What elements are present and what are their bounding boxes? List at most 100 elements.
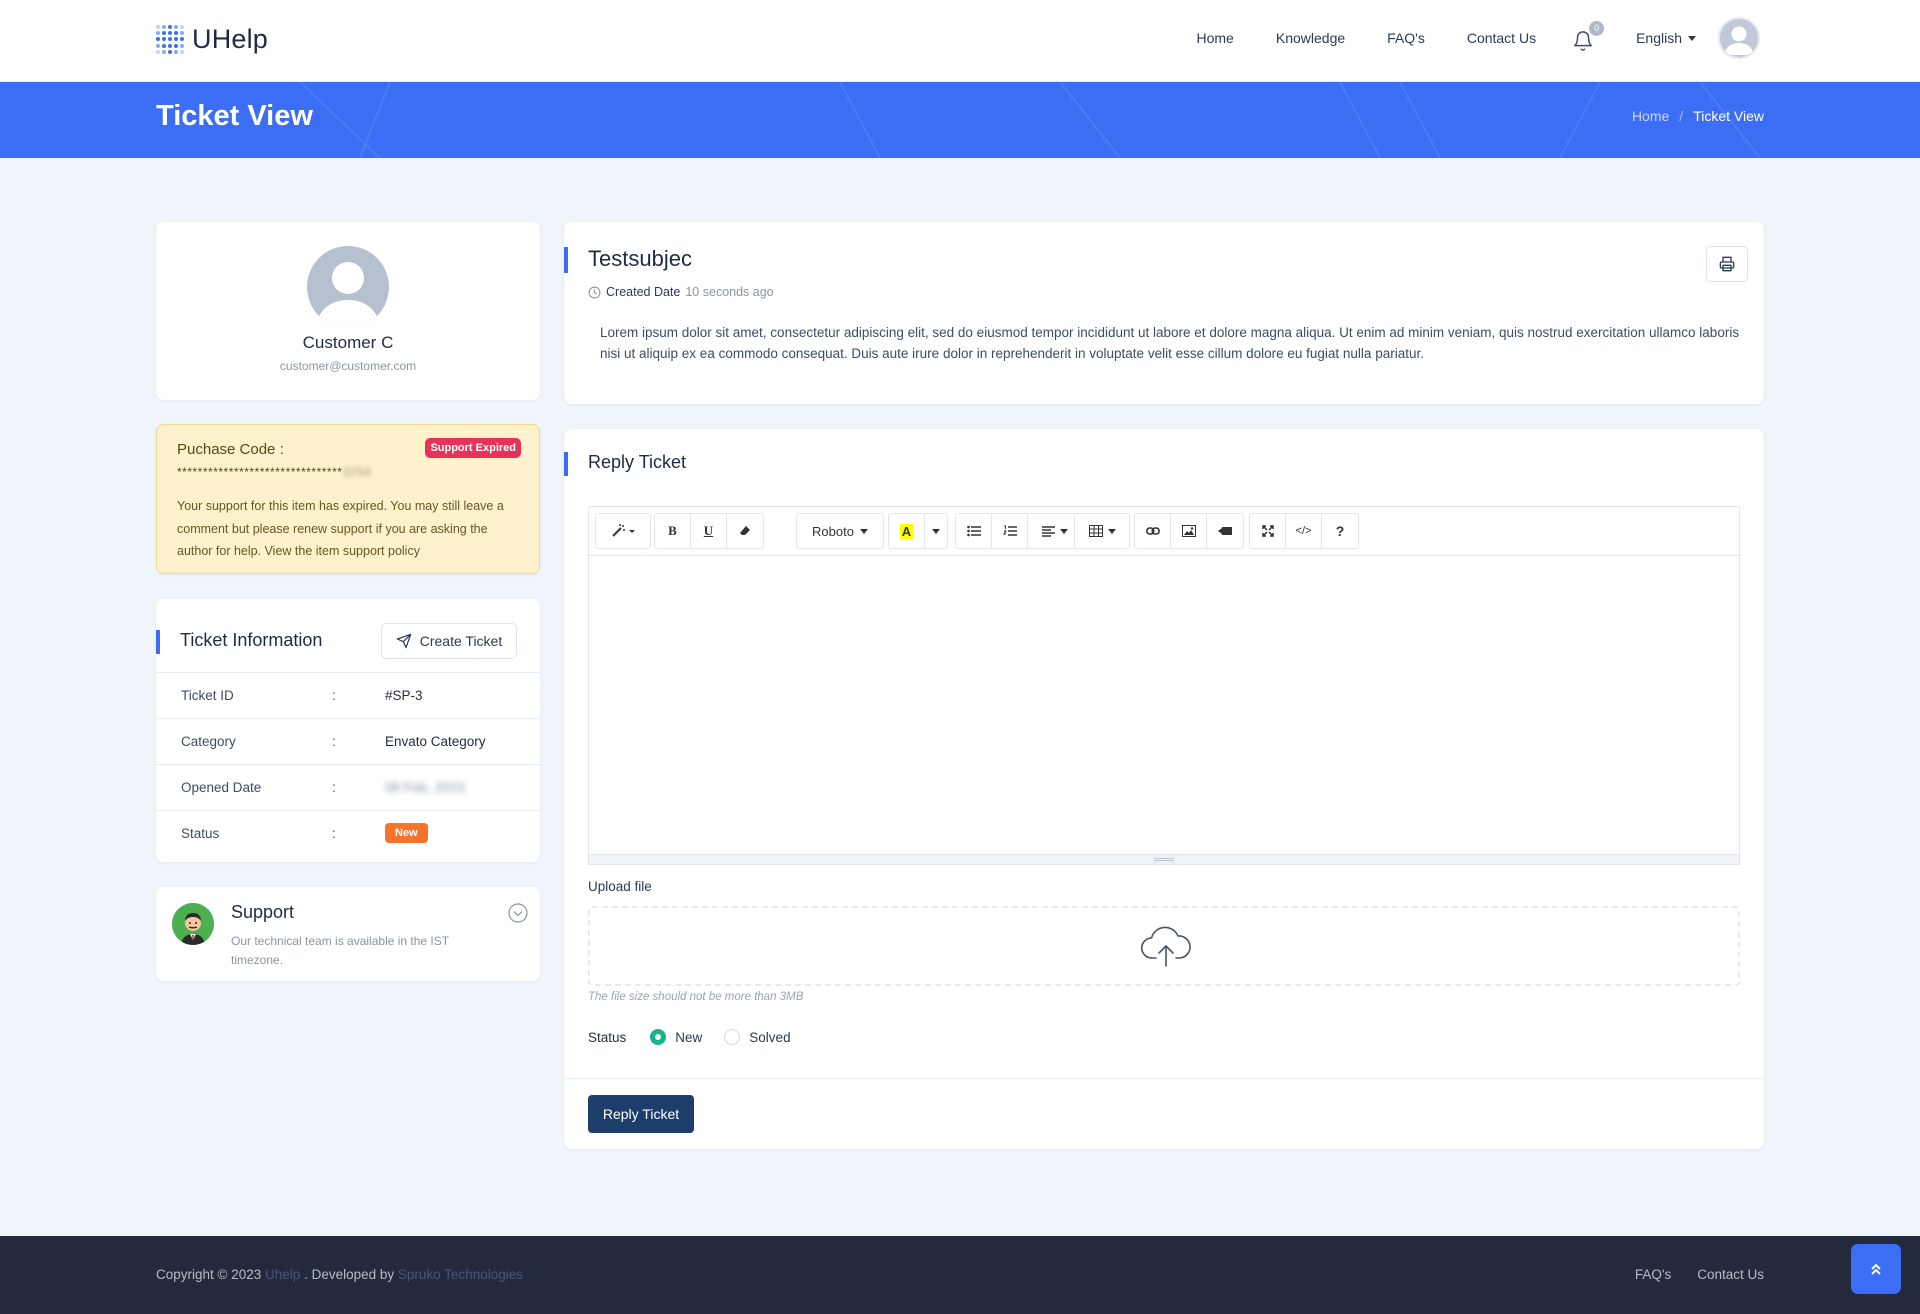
ordered-list-button[interactable]	[992, 514, 1028, 548]
title-accent-bar	[564, 452, 568, 476]
footer-link-contact-us[interactable]: Contact Us	[1697, 1267, 1764, 1282]
table-dropdown[interactable]	[1075, 514, 1129, 548]
ticket-information-card: Ticket Information Create Ticket Ticket …	[156, 599, 540, 862]
insert-link-button[interactable]	[1135, 514, 1171, 548]
align-icon	[1042, 525, 1055, 537]
color-letter: A	[899, 523, 914, 539]
magic-icon	[612, 524, 635, 537]
cloud-upload-icon	[1140, 926, 1191, 967]
customer-email: customer@customer.com	[279, 359, 417, 373]
font-family-label: Roboto	[812, 523, 854, 539]
support-expand-toggle[interactable]	[508, 903, 528, 923]
print-button[interactable]	[1706, 246, 1748, 282]
reply-editor-area[interactable]	[589, 556, 1739, 855]
ticket-info-row: Category : Envato Category	[156, 718, 540, 764]
support-description: Our technical team is available in the I…	[231, 934, 449, 967]
ticket-subject: Testsubjec	[588, 246, 692, 271]
insert-image-button[interactable]	[1171, 514, 1207, 548]
ticket-information-title: Ticket Information	[180, 630, 323, 650]
ticket-info-key: Opened Date	[181, 780, 262, 795]
video-icon	[1218, 527, 1232, 535]
ticket-info-key: Category	[181, 734, 236, 749]
breadcrumb-home[interactable]: Home	[1632, 108, 1669, 124]
breadcrumb: Home / Ticket View	[1632, 108, 1764, 124]
scroll-to-top-button[interactable]	[1851, 1244, 1901, 1294]
support-card: Support Our technical team is available …	[156, 887, 540, 981]
copyright-text: Copyright © 2023 Uhelp . Developed by Sp…	[156, 1267, 523, 1282]
help-button[interactable]: ?	[1322, 514, 1358, 548]
nav-knowledge[interactable]: Knowledge	[1276, 30, 1345, 46]
chevron-down-icon	[1060, 528, 1068, 534]
toolbar-group-insert	[1134, 513, 1244, 549]
chevron-down-icon	[932, 528, 940, 534]
status-solved-radio[interactable]	[724, 1029, 741, 1045]
developed-by-text: . Developed by	[304, 1267, 395, 1282]
footer-links: FAQ's Contact Us	[1635, 1267, 1764, 1282]
reply-ticket-card: Reply Ticket B U Roboto A </> ? Upload f…	[564, 429, 1764, 1149]
breadcrumb-current: Ticket View	[1693, 108, 1764, 124]
language-dropdown[interactable]: English	[1636, 30, 1696, 46]
unordered-list-button[interactable]	[956, 514, 992, 548]
page-banner: Ticket View Home / Ticket View	[0, 82, 1920, 158]
underline-button[interactable]: U	[691, 514, 727, 548]
insert-video-button[interactable]	[1207, 514, 1243, 548]
status-new-radio[interactable]	[650, 1029, 667, 1045]
nav-home[interactable]: Home	[1197, 30, 1234, 46]
nav-faqs[interactable]: FAQ's	[1387, 30, 1425, 46]
chevron-down-icon	[1688, 35, 1696, 41]
support-title: Support	[231, 902, 295, 922]
list-ol-icon	[1002, 525, 1017, 536]
bold-button[interactable]: B	[655, 514, 691, 548]
footer: Copyright © 2023 Uhelp . Developed by Sp…	[0, 1236, 1920, 1314]
status-solved-label[interactable]: Solved	[749, 1030, 790, 1045]
top-navbar: UHelp Home Knowledge FAQ's Contact Us 0 …	[0, 0, 1920, 82]
support-agent-avatar	[172, 903, 214, 945]
logo[interactable]: UHelp	[156, 24, 268, 55]
toolbar-group-fontname: Roboto	[796, 513, 884, 549]
send-icon	[396, 633, 412, 649]
editor-resize-handle[interactable]	[589, 854, 1739, 864]
nav-contact-us[interactable]: Contact Us	[1467, 30, 1536, 46]
toolbar-group-color: A	[888, 513, 948, 549]
title-accent-bar	[564, 247, 568, 273]
footer-link-faqs[interactable]: FAQ's	[1635, 1267, 1671, 1282]
angles-up-icon	[1871, 1263, 1881, 1275]
footer-brand-link[interactable]: Uhelp	[265, 1267, 300, 1282]
ticket-info-key: Status	[181, 826, 220, 841]
toolbar-group-view: </> ?	[1249, 513, 1359, 549]
file-upload-dropzone[interactable]	[588, 906, 1740, 986]
link-icon	[1145, 527, 1160, 535]
ticket-status-badge: New	[385, 823, 428, 843]
ticket-description: Lorem ipsum dolor sit amet, consectetur …	[600, 325, 1740, 361]
customer-profile-card: Customer C customer@customer.com	[156, 222, 540, 400]
ticket-info-separator: :	[332, 826, 336, 841]
clear-format-button[interactable]	[727, 514, 763, 548]
ticket-opened-date-value: 08 Feb, 2023	[385, 780, 465, 795]
code-view-button[interactable]: </>	[1286, 514, 1322, 548]
status-new-label[interactable]: New	[675, 1030, 702, 1045]
chevron-down-circle-icon	[508, 903, 528, 923]
font-family-dropdown[interactable]: Roboto	[797, 514, 883, 548]
toolbar-group-font: B U	[654, 513, 764, 549]
style-button[interactable]	[596, 514, 650, 548]
fullscreen-button[interactable]	[1250, 514, 1286, 548]
notifications-button[interactable]: 0	[1572, 21, 1605, 51]
text-color-button[interactable]: A	[889, 514, 925, 548]
printer-icon	[1719, 256, 1735, 272]
user-avatar-icon	[1724, 26, 1754, 55]
color-dropdown[interactable]	[925, 514, 947, 548]
created-date-value: 10 seconds ago	[685, 285, 774, 299]
create-ticket-button[interactable]: Create Ticket	[381, 623, 517, 659]
footer-company-link[interactable]: Spruko Technologies	[398, 1267, 523, 1282]
list-ul-icon	[966, 525, 981, 537]
purchase-code-masked: ********************************	[177, 465, 343, 479]
reply-ticket-title: Reply Ticket	[588, 452, 687, 472]
reply-ticket-submit-button[interactable]: Reply Ticket	[588, 1095, 694, 1133]
copyright-prefix: Copyright © 2023	[156, 1267, 262, 1282]
ticket-info-key: Ticket ID	[181, 688, 234, 703]
title-accent-bar	[156, 630, 160, 654]
editor-toolbar: B U Roboto A </> ?	[589, 507, 1739, 556]
user-avatar[interactable]	[1718, 17, 1760, 59]
breadcrumb-separator: /	[1679, 108, 1684, 124]
chevron-down-icon	[859, 528, 868, 534]
